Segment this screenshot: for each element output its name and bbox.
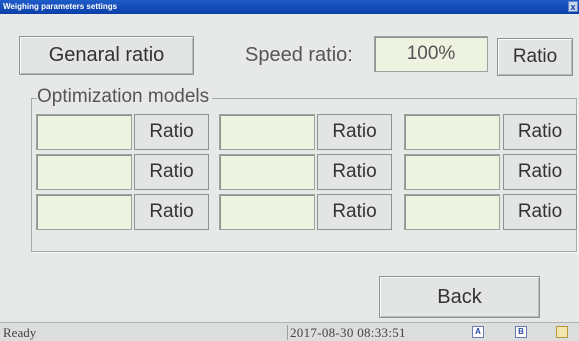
model-1-2-ratio-button[interactable]: Ratio: [317, 114, 392, 150]
c-indicator-icon: [556, 326, 568, 338]
model-1-3-ratio-button[interactable]: Ratio: [503, 114, 577, 150]
model-3-3-input[interactable]: [404, 194, 500, 230]
window-title: Weighing parameters settings: [3, 2, 118, 11]
model-1-1-ratio-button[interactable]: Ratio: [134, 114, 209, 150]
status-text: Ready: [3, 325, 37, 340]
model-2-2-ratio-button[interactable]: Ratio: [317, 154, 392, 190]
status-bar: Ready 2017-08-30 08:33:51 A B: [0, 322, 579, 341]
model-3-1-ratio-button[interactable]: Ratio: [134, 194, 209, 230]
model-2-1-input[interactable]: [36, 154, 132, 190]
title-bar: Weighing parameters settings x: [0, 0, 579, 14]
status-datetime: 2017-08-30 08:33:51: [290, 325, 406, 340]
model-2-3-ratio-button[interactable]: Ratio: [503, 154, 577, 190]
speed-ratio-button[interactable]: Ratio: [497, 38, 573, 76]
general-ratio-button[interactable]: Genaral ratio: [19, 36, 194, 75]
model-1-1-input[interactable]: [36, 114, 132, 150]
model-2-3-input[interactable]: [404, 154, 500, 190]
speed-ratio-label: Speed ratio:: [245, 44, 353, 66]
model-1-3-input[interactable]: [404, 114, 500, 150]
close-icon[interactable]: x: [568, 1, 578, 12]
model-3-2-input[interactable]: [219, 194, 315, 230]
speed-ratio-input[interactable]: 100%: [374, 36, 488, 72]
back-button[interactable]: Back: [379, 276, 540, 318]
a-indicator-icon: A: [472, 326, 484, 338]
model-1-2-input[interactable]: [219, 114, 315, 150]
b-indicator-icon: B: [515, 326, 527, 338]
model-2-1-ratio-button[interactable]: Ratio: [134, 154, 209, 190]
model-3-1-input[interactable]: [36, 194, 132, 230]
optimization-models-legend: Optimization models: [37, 86, 213, 108]
model-2-2-input[interactable]: [219, 154, 315, 190]
status-separator: [287, 325, 288, 340]
model-3-3-ratio-button[interactable]: Ratio: [503, 194, 577, 230]
model-3-2-ratio-button[interactable]: Ratio: [317, 194, 392, 230]
